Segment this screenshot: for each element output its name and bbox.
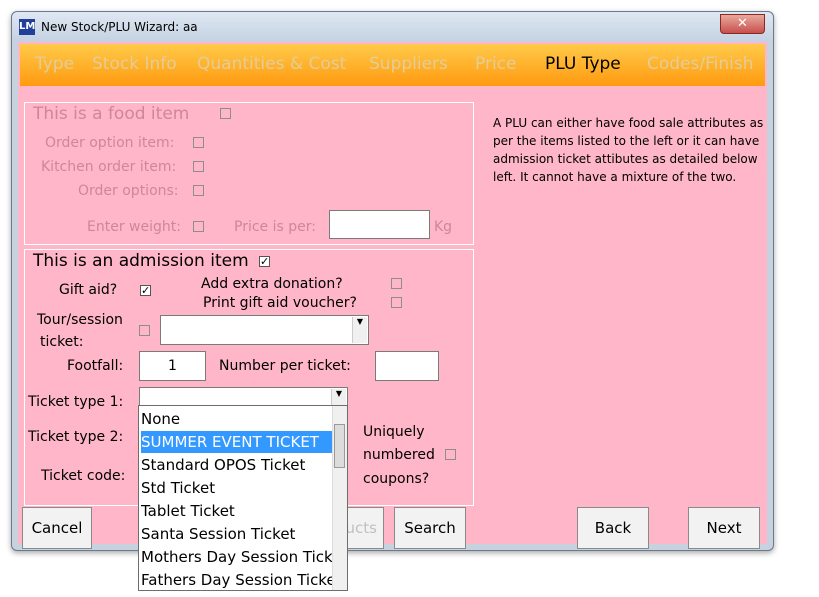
number-per-ticket-label: Number per ticket: (219, 358, 351, 374)
wizard-window: LM New Stock/PLU Wizard: aa ✕ Type Stock… (11, 11, 774, 551)
kitchen-order-label: Kitchen order item: (41, 159, 177, 175)
food-item-title: This is a food item (33, 104, 190, 124)
cancel-button-label: Cancel (31, 519, 83, 537)
gift-aid-label: Gift aid? (59, 282, 118, 298)
window-title: New Stock/PLU Wizard: aa (41, 20, 198, 34)
next-button-label: Next (706, 519, 742, 537)
tab-plu-type[interactable]: PLU Type (545, 54, 621, 74)
print-voucher-checkbox[interactable] (391, 297, 402, 308)
uniquely-numbered-label: Uniquely (363, 424, 425, 440)
next-button[interactable]: Next (688, 507, 760, 549)
dropdown-option[interactable]: Mothers Day Session Ticket (141, 546, 333, 568)
order-options-label: Order options: (78, 183, 179, 199)
uniquely-numbered-label-3: coupons? (363, 471, 430, 487)
enter-weight-checkbox[interactable] (193, 221, 204, 232)
dropdown-option[interactable]: Std Ticket (141, 477, 333, 499)
tab-price[interactable]: Price (475, 54, 516, 74)
back-button[interactable]: Back (577, 507, 649, 549)
dropdown-option[interactable]: Standard OPOS Ticket (141, 454, 333, 476)
tour-session-select[interactable]: ▼ (160, 315, 369, 345)
food-item-checkbox[interactable] (220, 108, 231, 119)
footfall-label: Footfall: (67, 358, 124, 374)
chevron-down-icon[interactable]: ▼ (352, 317, 367, 343)
plu-info-text: A PLU can either have food sale attribut… (493, 116, 764, 184)
search-button[interactable]: Search (394, 507, 466, 549)
tour-session-checkbox[interactable] (139, 325, 150, 336)
back-button-label: Back (594, 519, 632, 537)
tour-session-label-2: ticket: (40, 334, 84, 350)
dropdown-option-selected[interactable]: SUMMER EVENT TICKET (141, 431, 333, 453)
tab-stock-info[interactable]: Stock Info (92, 54, 177, 74)
uniquely-numbered-checkbox[interactable] (445, 449, 456, 460)
ticket-type-2-label: Ticket type 2: (28, 429, 124, 445)
price-per-label: Price is per: (234, 219, 316, 235)
price-per-input[interactable] (329, 210, 430, 239)
order-option-label: Order option item: (45, 135, 175, 151)
cancel-button[interactable]: Cancel (22, 507, 92, 549)
dropdown-option[interactable]: Santa Session Ticket (141, 523, 333, 545)
price-unit-label: Kg (434, 219, 453, 235)
wizard-tabs: Type Stock Info Quantities & Cost Suppli… (20, 44, 765, 86)
dropdown-option[interactable]: Tablet Ticket (141, 500, 333, 522)
order-options-checkbox[interactable] (193, 185, 204, 196)
kitchen-order-checkbox[interactable] (193, 161, 204, 172)
number-per-ticket-input[interactable] (375, 351, 439, 381)
print-voucher-label: Print gift aid voucher? (203, 295, 357, 311)
search-button-label: Search (404, 519, 456, 537)
extra-donation-label: Add extra donation? (201, 276, 343, 292)
gift-aid-checkbox[interactable]: ✓ (140, 285, 151, 296)
ticket-code-label: Ticket code: (41, 468, 126, 484)
tour-session-label: Tour/session (37, 312, 123, 328)
footfall-input[interactable]: 1 (139, 351, 206, 381)
tab-codes-finish[interactable]: Codes/Finish (647, 54, 754, 74)
ticket-type-1-label: Ticket type 1: (28, 394, 124, 410)
tab-type[interactable]: Type (35, 54, 74, 74)
order-option-checkbox[interactable] (193, 137, 204, 148)
title-bar[interactable]: LM New Stock/PLU Wizard: aa ✕ (12, 12, 773, 42)
enter-weight-label: Enter weight: (87, 219, 181, 235)
tab-suppliers[interactable]: Suppliers (369, 54, 448, 74)
ticket-type-1-dropdown-list[interactable]: None SUMMER EVENT TICKET Standard OPOS T… (138, 405, 348, 591)
extra-donation-checkbox[interactable] (391, 278, 402, 289)
app-logo-icon: LM (19, 19, 35, 35)
close-button[interactable]: ✕ (720, 14, 765, 34)
admission-item-title: This is an admission item (33, 251, 249, 271)
scrollbar-thumb[interactable] (334, 424, 345, 468)
dropdown-option[interactable]: None (141, 408, 333, 430)
wizard-content: Type Stock Info Quantities & Cost Suppli… (18, 42, 767, 549)
admission-item-checkbox[interactable]: ✓ (259, 256, 270, 267)
dropdown-option[interactable]: Fathers Day Session Ticket (141, 569, 333, 590)
uniquely-numbered-label-2: numbered (363, 447, 435, 463)
tab-quantities-cost[interactable]: Quantities & Cost (197, 54, 346, 74)
dropdown-scrollbar[interactable] (332, 406, 347, 590)
products-button-label: ucts (345, 519, 377, 537)
